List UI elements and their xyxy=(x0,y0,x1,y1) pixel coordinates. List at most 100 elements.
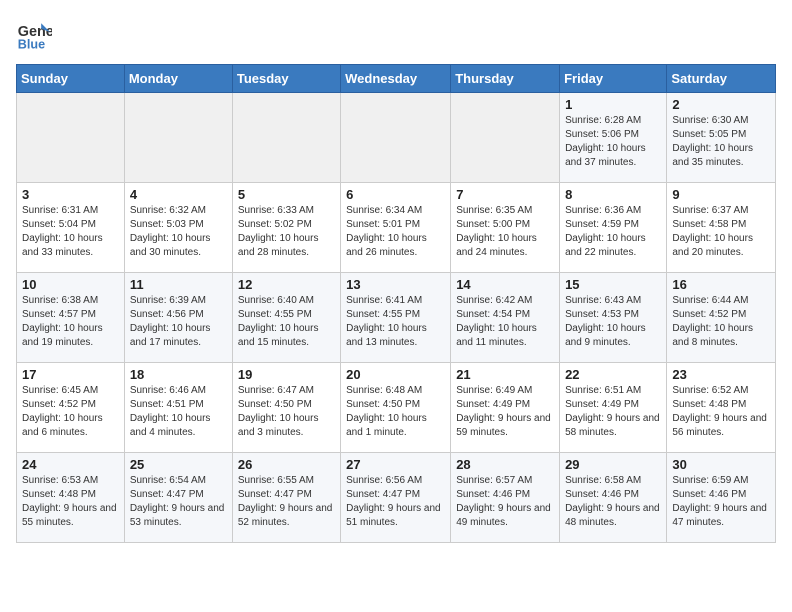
calendar-cell: 3 Sunrise: 6:31 AM Sunset: 5:04 PM Daylig… xyxy=(17,183,125,273)
day-number: 19 xyxy=(238,367,335,382)
day-info: Sunrise: 6:44 AM Sunset: 4:52 PM Dayligh… xyxy=(672,294,770,350)
weekday-header-thursday: Thursday xyxy=(451,65,560,93)
day-info: Sunrise: 6:32 AM Sunset: 5:03 PM Dayligh… xyxy=(130,204,227,260)
day-info: Sunrise: 6:48 AM Sunset: 4:50 PM Dayligh… xyxy=(346,384,445,440)
day-info: Sunrise: 6:33 AM Sunset: 5:02 PM Dayligh… xyxy=(238,204,335,260)
calendar-table: SundayMondayTuesdayWednesdayThursdayFrid… xyxy=(16,64,776,543)
day-info: Sunrise: 6:57 AM Sunset: 4:46 PM Dayligh… xyxy=(456,474,554,530)
day-info: Sunrise: 6:30 AM Sunset: 5:05 PM Dayligh… xyxy=(672,114,770,170)
day-info: Sunrise: 6:39 AM Sunset: 4:56 PM Dayligh… xyxy=(130,294,227,350)
day-number: 11 xyxy=(130,277,227,292)
day-info: Sunrise: 6:40 AM Sunset: 4:55 PM Dayligh… xyxy=(238,294,335,350)
calendar-cell: 24 Sunrise: 6:53 AM Sunset: 4:48 PM Dayli… xyxy=(17,453,125,543)
day-number: 23 xyxy=(672,367,770,382)
day-info: Sunrise: 6:42 AM Sunset: 4:54 PM Dayligh… xyxy=(456,294,554,350)
calendar-cell xyxy=(124,93,232,183)
calendar-cell: 8 Sunrise: 6:36 AM Sunset: 4:59 PM Daylig… xyxy=(560,183,667,273)
logo-icon: General Blue xyxy=(16,16,52,52)
calendar-cell: 11 Sunrise: 6:39 AM Sunset: 4:56 PM Dayli… xyxy=(124,273,232,363)
day-number: 1 xyxy=(565,97,661,112)
day-number: 15 xyxy=(565,277,661,292)
calendar-cell: 25 Sunrise: 6:54 AM Sunset: 4:47 PM Dayli… xyxy=(124,453,232,543)
day-number: 6 xyxy=(346,187,445,202)
calendar-cell: 10 Sunrise: 6:38 AM Sunset: 4:57 PM Dayli… xyxy=(17,273,125,363)
calendar-cell: 16 Sunrise: 6:44 AM Sunset: 4:52 PM Dayli… xyxy=(667,273,776,363)
calendar-cell: 9 Sunrise: 6:37 AM Sunset: 4:58 PM Daylig… xyxy=(667,183,776,273)
day-info: Sunrise: 6:49 AM Sunset: 4:49 PM Dayligh… xyxy=(456,384,554,440)
weekday-header-friday: Friday xyxy=(560,65,667,93)
svg-text:Blue: Blue xyxy=(18,37,45,51)
calendar-cell: 17 Sunrise: 6:45 AM Sunset: 4:52 PM Dayli… xyxy=(17,363,125,453)
day-number: 3 xyxy=(22,187,119,202)
day-info: Sunrise: 6:36 AM Sunset: 4:59 PM Dayligh… xyxy=(565,204,661,260)
day-number: 30 xyxy=(672,457,770,472)
day-info: Sunrise: 6:55 AM Sunset: 4:47 PM Dayligh… xyxy=(238,474,335,530)
calendar-cell: 2 Sunrise: 6:30 AM Sunset: 5:05 PM Daylig… xyxy=(667,93,776,183)
day-number: 24 xyxy=(22,457,119,472)
day-info: Sunrise: 6:53 AM Sunset: 4:48 PM Dayligh… xyxy=(22,474,119,530)
calendar-cell: 26 Sunrise: 6:55 AM Sunset: 4:47 PM Dayli… xyxy=(232,453,340,543)
calendar-cell: 22 Sunrise: 6:51 AM Sunset: 4:49 PM Dayli… xyxy=(560,363,667,453)
calendar-cell: 23 Sunrise: 6:52 AM Sunset: 4:48 PM Dayli… xyxy=(667,363,776,453)
day-number: 8 xyxy=(565,187,661,202)
day-info: Sunrise: 6:28 AM Sunset: 5:06 PM Dayligh… xyxy=(565,114,661,170)
calendar-cell: 13 Sunrise: 6:41 AM Sunset: 4:55 PM Dayli… xyxy=(341,273,451,363)
day-number: 10 xyxy=(22,277,119,292)
day-info: Sunrise: 6:35 AM Sunset: 5:00 PM Dayligh… xyxy=(456,204,554,260)
day-info: Sunrise: 6:38 AM Sunset: 4:57 PM Dayligh… xyxy=(22,294,119,350)
day-number: 18 xyxy=(130,367,227,382)
day-number: 25 xyxy=(130,457,227,472)
day-number: 4 xyxy=(130,187,227,202)
day-number: 16 xyxy=(672,277,770,292)
day-info: Sunrise: 6:47 AM Sunset: 4:50 PM Dayligh… xyxy=(238,384,335,440)
calendar-cell xyxy=(17,93,125,183)
day-number: 13 xyxy=(346,277,445,292)
calendar-cell: 12 Sunrise: 6:40 AM Sunset: 4:55 PM Dayli… xyxy=(232,273,340,363)
day-info: Sunrise: 6:56 AM Sunset: 4:47 PM Dayligh… xyxy=(346,474,445,530)
weekday-header-monday: Monday xyxy=(124,65,232,93)
day-number: 14 xyxy=(456,277,554,292)
calendar-cell: 18 Sunrise: 6:46 AM Sunset: 4:51 PM Dayli… xyxy=(124,363,232,453)
calendar-cell: 15 Sunrise: 6:43 AM Sunset: 4:53 PM Dayli… xyxy=(560,273,667,363)
day-number: 17 xyxy=(22,367,119,382)
calendar-cell: 21 Sunrise: 6:49 AM Sunset: 4:49 PM Dayli… xyxy=(451,363,560,453)
day-info: Sunrise: 6:34 AM Sunset: 5:01 PM Dayligh… xyxy=(346,204,445,260)
day-number: 28 xyxy=(456,457,554,472)
calendar-cell: 19 Sunrise: 6:47 AM Sunset: 4:50 PM Dayli… xyxy=(232,363,340,453)
day-info: Sunrise: 6:43 AM Sunset: 4:53 PM Dayligh… xyxy=(565,294,661,350)
day-info: Sunrise: 6:46 AM Sunset: 4:51 PM Dayligh… xyxy=(130,384,227,440)
calendar-cell: 6 Sunrise: 6:34 AM Sunset: 5:01 PM Daylig… xyxy=(341,183,451,273)
calendar-cell: 27 Sunrise: 6:56 AM Sunset: 4:47 PM Dayli… xyxy=(341,453,451,543)
calendar-cell: 30 Sunrise: 6:59 AM Sunset: 4:46 PM Dayli… xyxy=(667,453,776,543)
calendar-cell: 14 Sunrise: 6:42 AM Sunset: 4:54 PM Dayli… xyxy=(451,273,560,363)
calendar-cell: 4 Sunrise: 6:32 AM Sunset: 5:03 PM Daylig… xyxy=(124,183,232,273)
day-info: Sunrise: 6:41 AM Sunset: 4:55 PM Dayligh… xyxy=(346,294,445,350)
day-number: 27 xyxy=(346,457,445,472)
calendar-cell: 20 Sunrise: 6:48 AM Sunset: 4:50 PM Dayli… xyxy=(341,363,451,453)
day-number: 20 xyxy=(346,367,445,382)
calendar-cell: 7 Sunrise: 6:35 AM Sunset: 5:00 PM Daylig… xyxy=(451,183,560,273)
day-info: Sunrise: 6:31 AM Sunset: 5:04 PM Dayligh… xyxy=(22,204,119,260)
day-number: 22 xyxy=(565,367,661,382)
day-number: 9 xyxy=(672,187,770,202)
day-info: Sunrise: 6:51 AM Sunset: 4:49 PM Dayligh… xyxy=(565,384,661,440)
header: General Blue xyxy=(16,16,776,52)
weekday-header-tuesday: Tuesday xyxy=(232,65,340,93)
day-info: Sunrise: 6:59 AM Sunset: 4:46 PM Dayligh… xyxy=(672,474,770,530)
calendar-cell xyxy=(341,93,451,183)
day-number: 26 xyxy=(238,457,335,472)
day-info: Sunrise: 6:52 AM Sunset: 4:48 PM Dayligh… xyxy=(672,384,770,440)
day-info: Sunrise: 6:45 AM Sunset: 4:52 PM Dayligh… xyxy=(22,384,119,440)
day-number: 7 xyxy=(456,187,554,202)
day-number: 12 xyxy=(238,277,335,292)
logo: General Blue xyxy=(16,16,56,52)
day-number: 2 xyxy=(672,97,770,112)
calendar-cell: 29Sunrise: 6:58 AM Sunset: 4:46 PM Dayli… xyxy=(560,453,667,543)
calendar-cell xyxy=(232,93,340,183)
day-info: Sunrise: 6:54 AM Sunset: 4:47 PM Dayligh… xyxy=(130,474,227,530)
calendar-cell xyxy=(451,93,560,183)
calendar-cell: 1 Sunrise: 6:28 AM Sunset: 5:06 PM Daylig… xyxy=(560,93,667,183)
day-info: Sunrise: 6:37 AM Sunset: 4:58 PM Dayligh… xyxy=(672,204,770,260)
weekday-header-sunday: Sunday xyxy=(17,65,125,93)
day-number: 21 xyxy=(456,367,554,382)
